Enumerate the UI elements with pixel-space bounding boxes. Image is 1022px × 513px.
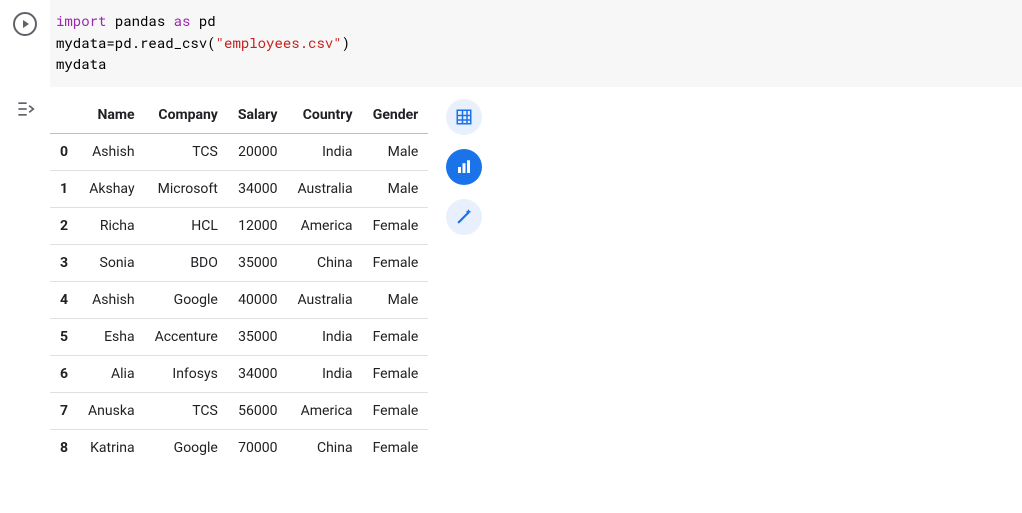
table-cell: 20000 <box>228 134 288 171</box>
table-cell: Infosys <box>145 356 228 393</box>
table-cell: Anuska <box>78 393 145 430</box>
col-header: Salary <box>228 97 288 134</box>
table-cell: Male <box>363 134 429 171</box>
table-row: 1AkshayMicrosoft34000AustraliaMale <box>50 171 428 208</box>
table-cell: America <box>287 208 362 245</box>
col-header: Company <box>145 97 228 134</box>
row-index: 6 <box>50 356 78 393</box>
table-cell: Female <box>363 245 429 282</box>
table-cell: Google <box>145 282 228 319</box>
code-string: "employees.csv" <box>216 33 342 52</box>
chart-view-button[interactable] <box>446 149 482 185</box>
table-cell: Female <box>363 393 429 430</box>
magic-suggest-button[interactable] <box>446 199 482 235</box>
col-header: Name <box>78 97 145 134</box>
run-cell-button[interactable] <box>13 12 37 36</box>
table-cell: Sonia <box>78 245 145 282</box>
table-cell: 35000 <box>228 319 288 356</box>
row-index: 0 <box>50 134 78 171</box>
table-icon <box>455 108 473 126</box>
table-cell: 12000 <box>228 208 288 245</box>
table-cell: India <box>287 356 362 393</box>
table-cell: Ashish <box>78 134 145 171</box>
bar-chart-icon <box>455 158 473 176</box>
table-view-button[interactable] <box>446 99 482 135</box>
table-row: 0AshishTCS20000IndiaMale <box>50 134 428 171</box>
code-text: mydata <box>56 54 106 73</box>
table-cell: BDO <box>145 245 228 282</box>
row-index: 2 <box>50 208 78 245</box>
row-index: 5 <box>50 319 78 356</box>
output-tools <box>446 97 482 235</box>
table-row: 2RichaHCL12000AmericaFemale <box>50 208 428 245</box>
row-index: 1 <box>50 171 78 208</box>
col-header: Gender <box>363 97 429 134</box>
output-gutter[interactable] <box>0 93 50 119</box>
table-cell: 34000 <box>228 356 288 393</box>
table-cell: 35000 <box>228 245 288 282</box>
table-cell: Katrina <box>78 430 145 467</box>
table-cell: 34000 <box>228 171 288 208</box>
table-cell: 40000 <box>228 282 288 319</box>
magic-wand-icon <box>455 208 473 226</box>
col-header: Country <box>287 97 362 134</box>
output-toggle-icon <box>15 99 35 119</box>
dataframe-table: Name Company Salary Country Gender 0Ashi… <box>50 97 428 466</box>
row-index: 7 <box>50 393 78 430</box>
table-cell: TCS <box>145 134 228 171</box>
table-cell: Female <box>363 356 429 393</box>
table-cell: America <box>287 393 362 430</box>
table-cell: Esha <box>78 319 145 356</box>
table-row: 8KatrinaGoogle70000ChinaFemale <box>50 430 428 467</box>
kw-import: import <box>56 11 106 30</box>
row-index: 4 <box>50 282 78 319</box>
table-cell: Female <box>363 208 429 245</box>
code-cell: import pandas as pd mydata=pd.read_csv("… <box>0 0 1022 87</box>
play-icon <box>13 12 37 36</box>
table-cell: Akshay <box>78 171 145 208</box>
table-row: 5EshaAccenture35000IndiaFemale <box>50 319 428 356</box>
table-cell: China <box>287 245 362 282</box>
code-text: mydata=pd.read_csv( <box>56 33 216 52</box>
code-editor[interactable]: import pandas as pd mydata=pd.read_csv("… <box>50 0 1022 87</box>
table-cell: Australia <box>287 171 362 208</box>
index-header <box>50 97 78 134</box>
table-cell: HCL <box>145 208 228 245</box>
table-cell: TCS <box>145 393 228 430</box>
row-index: 8 <box>50 430 78 467</box>
table-cell: Male <box>363 282 429 319</box>
table-row: 6AliaInfosys34000IndiaFemale <box>50 356 428 393</box>
code-text: pandas <box>115 11 165 30</box>
table-cell: Female <box>363 430 429 467</box>
output-cell: Name Company Salary Country Gender 0Ashi… <box>0 93 1022 466</box>
table-cell: 56000 <box>228 393 288 430</box>
table-cell: Microsoft <box>145 171 228 208</box>
table-cell: Ashish <box>78 282 145 319</box>
table-cell: India <box>287 319 362 356</box>
table-row: 4AshishGoogle40000AustraliaMale <box>50 282 428 319</box>
table-cell: Male <box>363 171 429 208</box>
table-cell: 70000 <box>228 430 288 467</box>
table-row: 3SoniaBDO35000ChinaFemale <box>50 245 428 282</box>
table-cell: Alia <box>78 356 145 393</box>
cell-gutter <box>0 0 50 36</box>
table-cell: India <box>287 134 362 171</box>
table-cell: China <box>287 430 362 467</box>
table-header-row: Name Company Salary Country Gender <box>50 97 428 134</box>
code-text: pd <box>199 11 216 30</box>
row-index: 3 <box>50 245 78 282</box>
table-row: 7AnuskaTCS56000AmericaFemale <box>50 393 428 430</box>
table-cell: Accenture <box>145 319 228 356</box>
table-cell: Richa <box>78 208 145 245</box>
output-body: Name Company Salary Country Gender 0Ashi… <box>50 93 482 466</box>
code-text: ) <box>342 33 350 52</box>
table-cell: Australia <box>287 282 362 319</box>
table-cell: Google <box>145 430 228 467</box>
table-cell: Female <box>363 319 429 356</box>
kw-as: as <box>174 11 191 30</box>
